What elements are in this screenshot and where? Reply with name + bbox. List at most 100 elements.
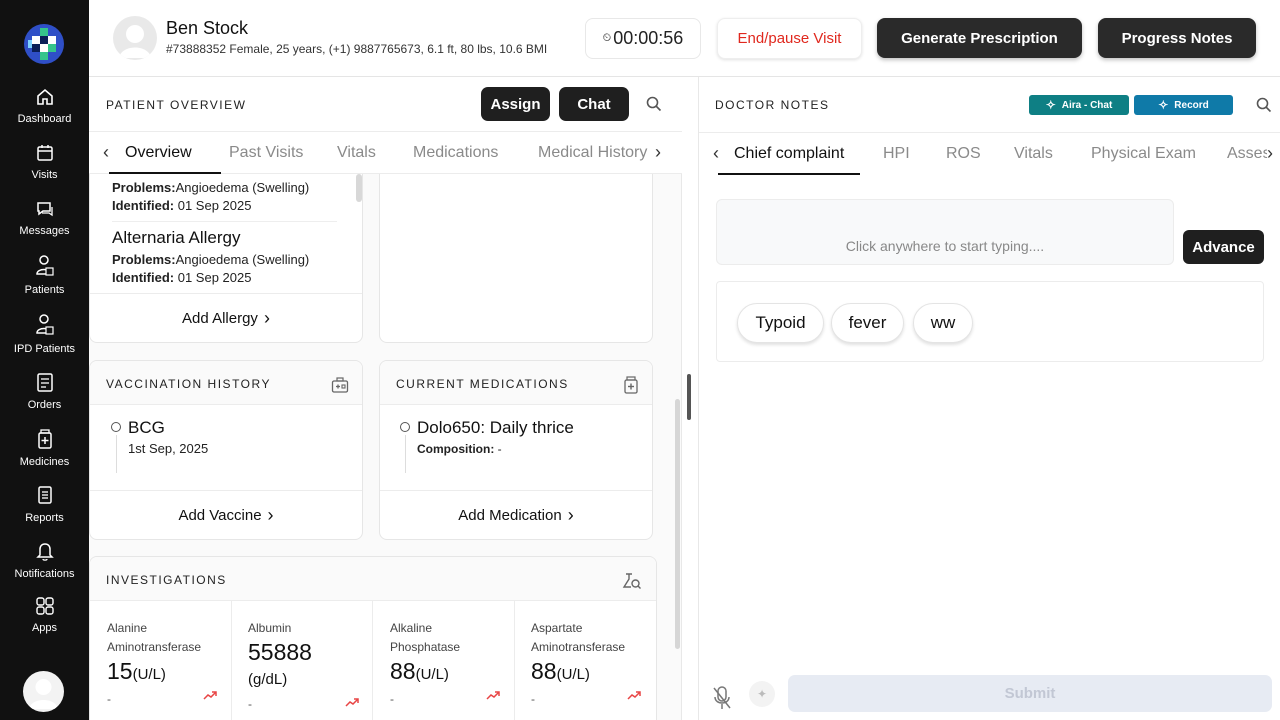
nav-notifications[interactable]: Notifications xyxy=(0,540,89,580)
medicine-add-icon[interactable] xyxy=(623,376,639,394)
vaccine-kit-icon[interactable] xyxy=(331,376,349,394)
chevron-right-icon: › xyxy=(567,504,574,525)
clock-icon: ⏲ xyxy=(602,32,612,44)
clipboard-icon xyxy=(36,373,53,392)
nav-label: Medicines xyxy=(19,456,70,468)
chevron-right-icon[interactable]: › xyxy=(1267,143,1273,164)
chat-button[interactable]: Chat xyxy=(559,87,629,121)
nav-medicines[interactable]: Medicines xyxy=(0,428,89,468)
patient-name: Ben Stock xyxy=(166,18,249,38)
patient-info: #73888352 Female, 25 years, (+1) 9887765… xyxy=(166,42,548,56)
doctor-notes-panel: DOCTOR NOTES ✧ Aira - Chat ✧ Record ‹ Ch… xyxy=(698,77,1280,720)
tab-medications[interactable]: Medications xyxy=(413,144,498,162)
empty-card xyxy=(379,174,653,343)
allergy-problems: Problems:Angioedema (Swelling) xyxy=(112,180,310,195)
search-icon[interactable] xyxy=(1256,97,1272,113)
nav-label: Dashboard xyxy=(17,113,72,125)
complaint-chip[interactable]: Typoid xyxy=(737,303,824,343)
allergy-identified: Identified: 01 Sep 2025 xyxy=(112,198,252,213)
investigation-tile[interactable]: Albumin 55888 (g/dL) - xyxy=(232,601,373,720)
tab-vitals[interactable]: Vitals xyxy=(1014,145,1053,163)
nav-messages[interactable]: Messages xyxy=(0,199,89,237)
tab-hpi[interactable]: HPI xyxy=(883,145,910,163)
nav-orders[interactable]: Orders xyxy=(0,371,89,411)
report-icon xyxy=(37,486,52,504)
chevron-left-icon[interactable]: ‹ xyxy=(713,143,719,164)
vaccine-date: 1st Sep, 2025 xyxy=(128,441,209,456)
nav-patients[interactable]: Patients xyxy=(0,254,89,296)
end-pause-visit-button[interactable]: End/pause Visit xyxy=(717,18,862,59)
lab-search-icon[interactable] xyxy=(622,571,642,591)
tab-past-visits[interactable]: Past Visits xyxy=(229,144,303,162)
chevron-right-icon[interactable]: › xyxy=(655,142,661,163)
panel-resize-handle[interactable] xyxy=(687,374,691,420)
nav-ipd-patients[interactable]: IPD Patients xyxy=(0,313,89,355)
progress-notes-button[interactable]: Progress Notes xyxy=(1098,18,1256,58)
left-panel-scrollbar[interactable] xyxy=(675,399,680,649)
record-button[interactable]: ✧ Record xyxy=(1134,95,1233,115)
vaccination-header: VACCINATION HISTORY xyxy=(90,361,362,405)
investigation-sub: - xyxy=(390,692,394,706)
message-icon xyxy=(36,202,53,217)
investigations-card: INVESTIGATIONS Alanine Aminotransferase … xyxy=(89,556,657,720)
add-vaccine-button[interactable]: Add Vaccine › xyxy=(90,490,362,539)
scrollbar-thumb[interactable] xyxy=(356,174,362,202)
trend-up-icon xyxy=(345,698,359,707)
bell-icon xyxy=(35,543,54,561)
allergy-name: Alternaria Allergy xyxy=(112,228,241,247)
complaint-chip[interactable]: fever xyxy=(831,303,904,343)
advance-button[interactable]: Advance xyxy=(1183,230,1264,264)
patient-header: Ben Stock #73888352 Female, 25 years, (+… xyxy=(89,0,1280,77)
tab-medical-history[interactable]: Medical History xyxy=(538,144,647,162)
app-logo-icon[interactable] xyxy=(24,24,64,64)
generate-prescription-button[interactable]: Generate Prescription xyxy=(877,18,1082,58)
investigation-tile[interactable]: Alanine Aminotransferase 15(U/L) - xyxy=(90,601,232,720)
tab-assessment[interactable]: Assess xyxy=(1227,145,1267,163)
tab-chief-complaint[interactable]: Chief complaint xyxy=(734,145,844,163)
tab-vitals[interactable]: Vitals xyxy=(337,144,376,162)
magic-wand-icon[interactable]: ✦ xyxy=(749,681,775,707)
add-allergy-button[interactable]: Add Allergy › xyxy=(90,293,362,342)
microphone-off-icon[interactable] xyxy=(712,685,732,711)
aira-chat-button[interactable]: ✧ Aira - Chat xyxy=(1029,95,1129,115)
timeline-line xyxy=(116,435,117,473)
medications-header: CURRENT MEDICATIONS xyxy=(380,361,652,405)
chevron-left-icon[interactable]: ‹ xyxy=(103,142,109,163)
tab-physical-exam[interactable]: Physical Exam xyxy=(1091,145,1196,163)
investigation-sub: - xyxy=(531,692,535,706)
assign-button[interactable]: Assign xyxy=(481,87,550,121)
investigation-tile[interactable]: Aspartate Aminotransferase 88(U/L) - xyxy=(515,601,656,720)
tab-ros[interactable]: ROS xyxy=(946,145,981,163)
nav-label: Patients xyxy=(24,284,65,296)
nav-visits[interactable]: Visits xyxy=(0,143,89,181)
investigation-value: 15(U/L) xyxy=(107,658,166,684)
input-placeholder: Click anywhere to start typing.... xyxy=(845,238,1045,254)
overview-title: PATIENT OVERVIEW xyxy=(106,98,247,112)
chief-complaint-input[interactable]: Click anywhere to start typing.... xyxy=(716,199,1174,265)
search-icon[interactable] xyxy=(646,96,662,112)
nav-label: Reports xyxy=(25,512,64,524)
nav-dashboard[interactable]: Dashboard xyxy=(0,87,89,125)
investigation-name: Alkaline Phosphatase xyxy=(390,621,461,654)
add-medication-button[interactable]: Add Medication › xyxy=(380,490,652,539)
medication-composition: Composition: - xyxy=(417,442,502,456)
tab-overview[interactable]: Overview xyxy=(125,144,192,162)
vaccination-title: VACCINATION HISTORY xyxy=(106,377,271,391)
investigation-tile[interactable]: Alkaline Phosphatase 88(U/L) - xyxy=(373,601,515,720)
home-icon xyxy=(36,88,53,105)
submit-button[interactable]: Submit xyxy=(788,675,1272,712)
user-avatar[interactable] xyxy=(23,671,64,712)
complaint-chip[interactable]: ww xyxy=(913,303,973,343)
vaccination-card: VACCINATION HISTORY BCG 1st Sep, 2025 Ad… xyxy=(89,360,363,540)
divider xyxy=(112,221,337,222)
patient-icon xyxy=(35,314,54,335)
nav-apps[interactable]: Apps xyxy=(0,596,89,634)
chevron-right-icon: › xyxy=(267,504,274,525)
investigation-sub: - xyxy=(107,692,111,706)
nav-label: Visits xyxy=(31,169,58,181)
trend-up-icon xyxy=(203,691,217,700)
investigation-sub: - xyxy=(248,697,252,711)
nav-reports[interactable]: Reports xyxy=(0,484,89,524)
nav-label: Messages xyxy=(19,225,70,237)
investigation-value: 55888 xyxy=(248,639,312,665)
